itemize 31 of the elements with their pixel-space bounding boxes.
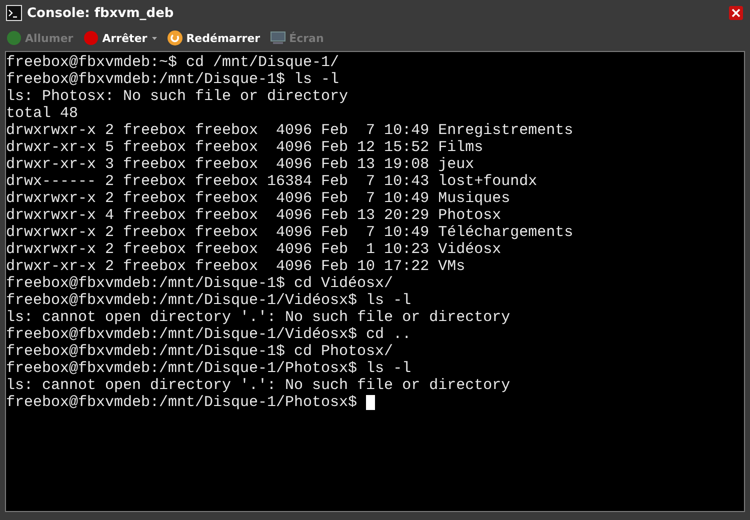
terminal-line: freebox@fbxvmdeb:/mnt/Disque-1/Photosx$	[6, 394, 358, 411]
terminal-line: freebox@fbxvmdeb:/mnt/Disque-1$ cd Photosx/	[6, 343, 394, 360]
terminal-line: freebox@fbxvmdeb:/mnt/Disque-1/Photosx$ ls -l	[6, 360, 412, 377]
close-icon[interactable]	[729, 6, 743, 20]
window-title: Console: fbxvm_deb	[27, 6, 175, 20]
terminal-line: freebox@fbxvmdeb:/mnt/Disque-1/Vidéosx$ ls -l	[6, 292, 412, 309]
toolbar-button[interactable]: Redémarrer	[165, 29, 262, 47]
terminal-line: freebox@fbxvmdeb:/mnt/Disque-1$ ls -l	[6, 71, 340, 88]
terminal-line: ls: cannot open directory '.': No such file or directory	[6, 309, 510, 326]
monitor-icon	[270, 30, 286, 46]
terminal-line: drwx------ 2 freebox freebox 16384 Feb 7 10:43 lost+foundx	[6, 173, 538, 190]
terminal-line: drwxr-xr-x 5 freebox freebox 4096 Feb 12 15:52 Films	[6, 139, 484, 156]
power-on-icon	[6, 30, 22, 46]
terminal-line: freebox@fbxvmdeb:/mnt/Disque-1/Vidéosx$ cd ..	[6, 326, 412, 343]
terminal-line: drwxrwxr-x 2 freebox freebox 4096 Feb 7 10:49 Enregistrements	[6, 122, 574, 139]
terminal-icon	[6, 5, 22, 21]
terminal-line: freebox@fbxvmdeb:~$ cd /mnt/Disque-1/	[6, 54, 340, 71]
caret-icon[interactable]	[152, 36, 158, 40]
terminal-panel[interactable]	[5, 51, 745, 512]
terminal-line: drwxrwxr-x 2 freebox freebox 4096 Feb 7 10:49 Téléchargements	[6, 224, 574, 241]
toolbar-button[interactable]: Arrêter	[81, 29, 160, 47]
stop-icon	[83, 30, 100, 46]
terminal-line: drwxrwxr-x 4 freebox freebox 4096 Feb 13 20:29 Photosx	[6, 207, 502, 224]
terminal-line: total 48	[6, 105, 78, 122]
terminal-line: ls: Photosx: No such file or directory	[6, 88, 348, 105]
terminal-line: ls: cannot open directory '.': No such file or directory	[6, 377, 510, 394]
terminal-line: drwxr-xr-x 3 freebox freebox 4096 Feb 13 19:08 jeux	[6, 156, 474, 173]
terminal-line: freebox@fbxvmdeb:/mnt/Disque-1$ cd Vidéosx/	[6, 275, 394, 292]
terminal-line: drwxr-xr-x 2 freebox freebox 4096 Feb 10 17:22 VMs	[6, 258, 466, 275]
terminal-line: drwxrwxr-x 2 freebox freebox 4096 Feb 7 10:49 Musiques	[6, 190, 510, 207]
terminal-line: drwxrwxr-x 2 freebox freebox 4096 Feb 1 10:23 Vidéosx	[6, 241, 502, 258]
